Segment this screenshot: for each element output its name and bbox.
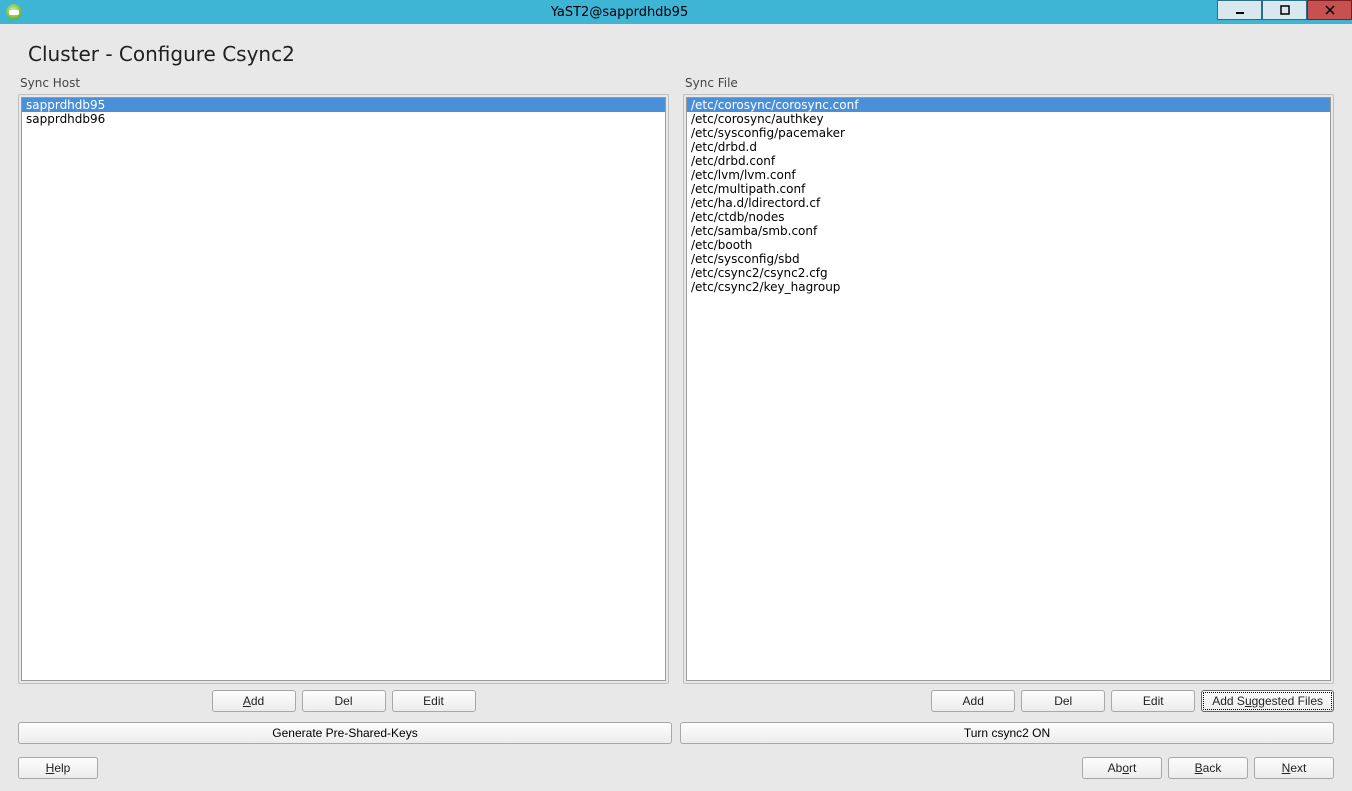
label: enerate Pre-Shared-Keys xyxy=(282,726,418,740)
content-area: Cluster - Configure Csync2 Sync Host sap… xyxy=(0,24,1352,791)
sync-file-list[interactable]: /etc/corosync/corosync.conf/etc/corosync… xyxy=(686,97,1331,681)
close-icon xyxy=(1325,5,1335,15)
label: Del xyxy=(1054,694,1072,708)
list-item[interactable]: /etc/sysconfig/pacemaker xyxy=(687,126,1330,140)
sync-host-list[interactable]: sapprdhdb95sapprdhdb96 xyxy=(21,97,666,681)
minimize-icon xyxy=(1235,5,1245,15)
sync-host-add-button[interactable]: Add xyxy=(212,690,296,712)
list-item[interactable]: /etc/booth xyxy=(687,238,1330,252)
sync-file-add-button[interactable]: Add xyxy=(931,690,1015,712)
label: Del xyxy=(334,694,352,708)
sync-file-label: Sync File xyxy=(683,74,1334,94)
list-item[interactable]: /etc/corosync/authkey xyxy=(687,112,1330,126)
list-item[interactable]: sapprdhdb95 xyxy=(22,98,665,112)
turn-csync2-on-button[interactable]: Turn csync2 ON xyxy=(680,722,1334,744)
sync-host-edit-button[interactable]: Edit xyxy=(392,690,476,712)
close-button[interactable] xyxy=(1307,0,1352,20)
sync-file-panel: Sync File /etc/corosync/corosync.conf/et… xyxy=(683,74,1334,712)
label: ack xyxy=(1203,761,1222,775)
list-item[interactable]: /etc/lvm/lvm.conf xyxy=(687,168,1330,182)
list-item[interactable]: /etc/samba/smb.conf xyxy=(687,224,1330,238)
add-suggested-files-button[interactable]: Add Suggested Files xyxy=(1201,690,1334,712)
list-item[interactable]: /etc/corosync/corosync.conf xyxy=(687,98,1330,112)
label: Edit xyxy=(1143,694,1164,708)
sync-file-del-button[interactable]: Del xyxy=(1021,690,1105,712)
list-item[interactable]: /etc/csync2/csync2.cfg xyxy=(687,266,1330,280)
list-item[interactable]: /etc/drbd.conf xyxy=(687,154,1330,168)
list-item[interactable]: /etc/ha.d/ldirectord.cf xyxy=(687,196,1330,210)
label: Add xyxy=(963,694,984,708)
list-item[interactable]: /etc/multipath.conf xyxy=(687,182,1330,196)
window-controls xyxy=(1217,0,1352,24)
minimize-button[interactable] xyxy=(1217,0,1262,20)
next-button[interactable]: Next xyxy=(1254,757,1334,779)
label: elp xyxy=(54,761,70,775)
generate-keys-button[interactable]: Generate Pre-Shared-Keys xyxy=(18,722,672,744)
label: ext xyxy=(1290,761,1306,775)
panels: Sync Host sapprdhdb95sapprdhdb96 Add Del… xyxy=(0,74,1352,712)
titlebar: YaST2@sapprdhdb95 xyxy=(0,0,1352,24)
window-title: YaST2@sapprdhdb95 xyxy=(22,5,1217,20)
back-button[interactable]: Back xyxy=(1168,757,1248,779)
list-item[interactable]: /etc/csync2/key_hagroup xyxy=(687,280,1330,294)
sync-file-buttons: Add Del Edit Add Suggested Files xyxy=(683,684,1334,712)
label: dd xyxy=(251,694,264,708)
sync-host-buttons: Add Del Edit xyxy=(18,684,669,712)
maximize-button[interactable] xyxy=(1262,0,1307,20)
footer: Help Abort Back Next xyxy=(0,747,1352,791)
label: Turn csync2 ON xyxy=(964,726,1050,740)
sync-file-frame: /etc/corosync/corosync.conf/etc/corosync… xyxy=(683,94,1334,684)
wide-buttons: Generate Pre-Shared-Keys Turn csync2 ON xyxy=(0,712,1352,744)
app-icon xyxy=(6,4,22,20)
abort-button[interactable]: Abort xyxy=(1082,757,1162,779)
list-item[interactable]: sapprdhdb96 xyxy=(22,112,665,126)
page-title: Cluster - Configure Csync2 xyxy=(0,24,1352,74)
help-button[interactable]: Help xyxy=(18,757,98,779)
sync-host-panel: Sync Host sapprdhdb95sapprdhdb96 Add Del… xyxy=(18,74,669,712)
list-item[interactable]: /etc/ctdb/nodes xyxy=(687,210,1330,224)
list-item[interactable]: /etc/drbd.d xyxy=(687,140,1330,154)
sync-file-edit-button[interactable]: Edit xyxy=(1111,690,1195,712)
sync-host-label: Sync Host xyxy=(18,74,669,94)
sync-host-frame: sapprdhdb95sapprdhdb96 xyxy=(18,94,669,684)
list-item[interactable]: /etc/sysconfig/sbd xyxy=(687,252,1330,266)
label: Edit xyxy=(423,694,444,708)
maximize-icon xyxy=(1280,5,1290,15)
sync-host-del-button[interactable]: Del xyxy=(302,690,386,712)
